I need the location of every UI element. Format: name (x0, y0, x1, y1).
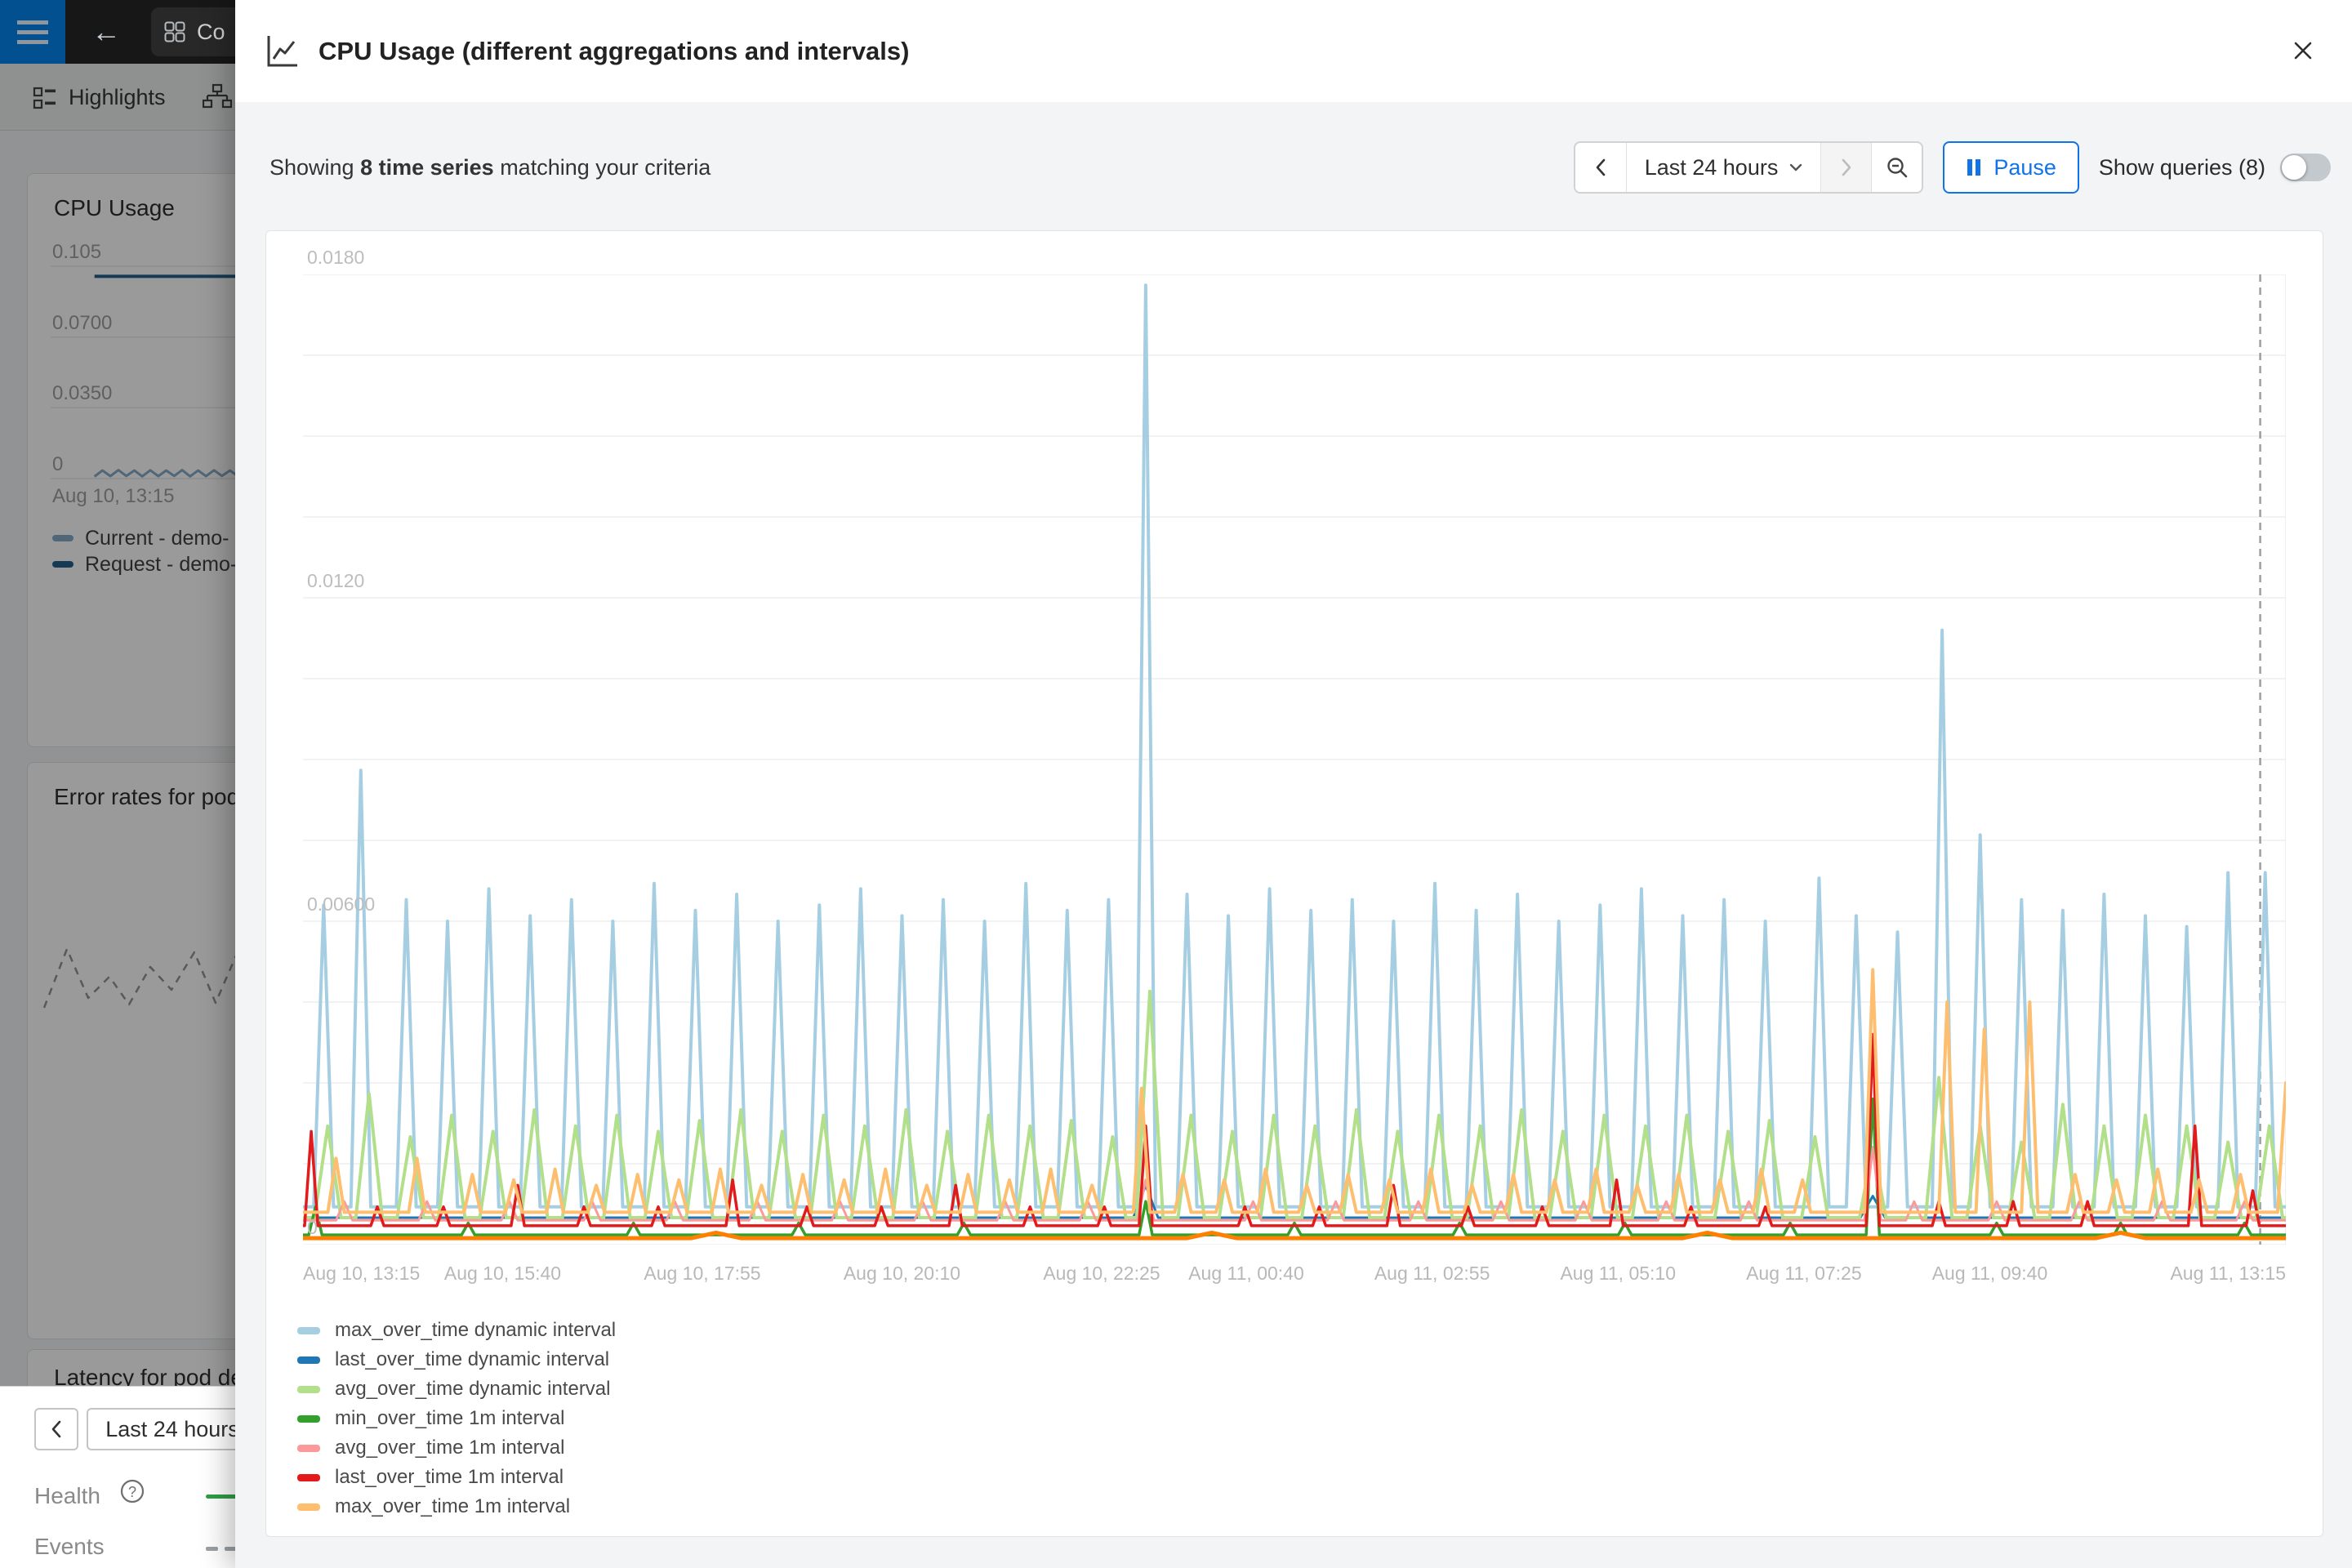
show-queries-control: Show queries (8) (2099, 154, 2331, 181)
chart-legend: max_over_time dynamic interval last_over_… (297, 1316, 616, 1521)
time-range-label: Last 24 hours (1645, 155, 1779, 180)
x-axis-tick-label: Aug 10, 17:55 (644, 1263, 760, 1285)
legend-item-label: last_over_time 1m interval (335, 1466, 564, 1489)
screen: ← Co Highlights (0, 0, 2352, 1568)
modal-toolbar: Last 24 hours (1574, 141, 2331, 194)
back-button[interactable]: ← (82, 0, 131, 64)
modal-title: CPU Usage (different aggregations and in… (318, 37, 909, 66)
chart-modal: CPU Usage (different aggregations and in… (235, 0, 2352, 1568)
legend-item-label: avg_over_time 1m interval (335, 1437, 564, 1459)
legend-swatch (297, 1445, 320, 1452)
help-circle-icon[interactable]: ? (119, 1478, 145, 1508)
show-queries-toggle[interactable] (2280, 154, 2331, 181)
legend-item[interactable]: max_over_time 1m interval (297, 1492, 616, 1521)
legend-item[interactable]: max_over_time dynamic interval (297, 1316, 616, 1345)
time-range-dropdown[interactable]: Last 24 hours (1626, 143, 1821, 192)
chevron-down-icon (1789, 163, 1802, 172)
legend-item[interactable]: last_over_time 1m interval (297, 1463, 616, 1492)
events-series-swatch (206, 1547, 235, 1551)
show-queries-label: Show queries (8) (2099, 155, 2265, 180)
x-axis-tick-label: Aug 11, 09:40 (1932, 1263, 2048, 1285)
svg-text:?: ? (128, 1484, 136, 1500)
x-axis-tick-label: Aug 10, 20:10 (844, 1263, 960, 1285)
x-axis-tick-label: Aug 11, 05:10 (1560, 1263, 1676, 1285)
health-label: Health (34, 1483, 100, 1509)
x-axis-tick-label: Aug 10, 22:25 (1043, 1263, 1160, 1285)
apps-grid-icon (164, 21, 185, 42)
legend-item-label: last_over_time dynamic interval (335, 1348, 609, 1371)
x-axis-tick-label: Aug 10, 13:15 (303, 1263, 420, 1285)
x-axis-tick-label: Aug 11, 02:55 (1374, 1263, 1490, 1285)
chevron-left-icon (51, 1420, 62, 1438)
legend-item[interactable]: avg_over_time 1m interval (297, 1433, 616, 1463)
x-axis-tick-label: Aug 11, 07:25 (1746, 1263, 1862, 1285)
zoom-out-button[interactable] (1871, 143, 1922, 192)
legend-swatch (297, 1503, 320, 1511)
legend-item[interactable]: min_over_time 1m interval (297, 1404, 616, 1433)
legend-swatch (297, 1415, 320, 1423)
legend-swatch (297, 1386, 320, 1393)
y-axis-tick-label: 0.0120 (307, 570, 364, 592)
modal-chart-card[interactable]: max_over_time dynamic interval last_over_… (265, 230, 2323, 1537)
range-forward-button[interactable] (1820, 143, 1871, 192)
hamburger-icon (17, 20, 48, 24)
chevron-left-icon (1595, 158, 1606, 176)
chevron-right-icon (1841, 158, 1852, 176)
health-series-swatch (206, 1494, 235, 1499)
legend-swatch (297, 1327, 320, 1334)
pause-button[interactable]: Pause (1943, 141, 2079, 194)
x-axis-tick-label: Aug 11, 00:40 (1188, 1263, 1304, 1285)
hamburger-menu-button[interactable] (0, 0, 65, 64)
zoom-out-icon (1886, 156, 1909, 179)
arrow-left-icon: ← (91, 15, 121, 49)
events-label: Events (34, 1534, 105, 1560)
timeframe-back-button[interactable] (34, 1408, 78, 1450)
legend-item-label: max_over_time 1m interval (335, 1495, 570, 1518)
series-count: 8 time series (360, 155, 494, 180)
legend-item-label: min_over_time 1m interval (335, 1407, 564, 1430)
toggle-knob (2282, 155, 2306, 180)
y-axis-tick-label: 0.00600 (307, 893, 375, 915)
app-switcher-label: Co (197, 20, 225, 45)
legend-swatch (297, 1356, 320, 1364)
x-axis-tick-label: Aug 11, 13:15 (2170, 1263, 2286, 1285)
series-summary: Showing 8 time series matching your crit… (270, 155, 710, 180)
pause-icon (1966, 158, 1982, 176)
legend-item-label: avg_over_time dynamic interval (335, 1378, 611, 1401)
time-range-control: Last 24 hours (1574, 141, 1924, 194)
timeframe-range-button[interactable]: Last 24 hours (87, 1408, 235, 1450)
y-axis-tick-label: 0.0180 (307, 247, 364, 269)
line-chart-icon (263, 33, 301, 70)
time-series-chart[interactable] (303, 274, 2286, 1245)
modal-header: CPU Usage (different aggregations and in… (235, 0, 2352, 102)
pause-button-label: Pause (1993, 155, 2056, 180)
series-line-0 (303, 285, 2286, 1207)
legend-swatch (297, 1474, 320, 1481)
close-icon (2290, 38, 2316, 64)
timeframe-panel: Last 24 hours Health ? Events (0, 1386, 235, 1568)
close-button[interactable] (2282, 29, 2324, 72)
legend-item-label: max_over_time dynamic interval (335, 1319, 616, 1342)
x-axis-tick-label: Aug 10, 15:40 (444, 1263, 561, 1285)
y-axis-tick-label: 0 (307, 1217, 318, 1239)
range-back-button[interactable] (1575, 143, 1626, 192)
legend-item[interactable]: avg_over_time dynamic interval (297, 1374, 616, 1404)
legend-item[interactable]: last_over_time dynamic interval (297, 1345, 616, 1374)
